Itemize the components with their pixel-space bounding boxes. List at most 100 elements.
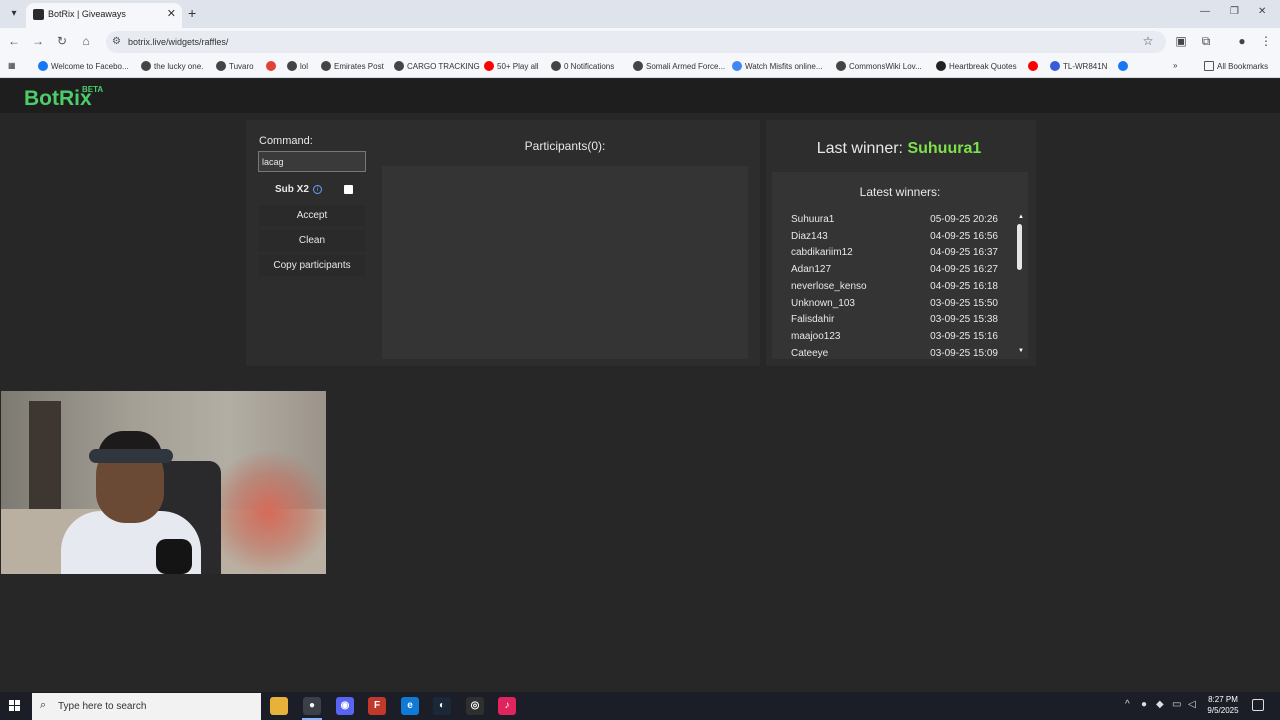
tiktok-icon[interactable]: ♪ — [498, 697, 516, 715]
info-icon[interactable]: i — [313, 185, 322, 194]
tray-overflow-icon[interactable]: ^ — [1125, 699, 1130, 710]
winner-name: Falisdahir — [791, 314, 835, 326]
obs-icon[interactable]: ◎ — [466, 697, 484, 715]
bookmark-item[interactable]: CARGO TRACKING — [394, 61, 480, 71]
browser-tab-active[interactable]: BotRix | Giveaways ✕ — [26, 3, 182, 28]
bookmark-item[interactable]: Heartbreak Quotes — [936, 61, 1017, 71]
winner-date: 03-09-25 15:09 — [930, 347, 998, 359]
maximize-icon[interactable]: ❐ — [1230, 6, 1239, 17]
notification-icon[interactable] — [1252, 699, 1264, 711]
bookmark-label: lol — [300, 62, 309, 71]
url-text[interactable]: botrix.live/widgets/raffles/ — [128, 37, 228, 47]
webcam-feed — [1, 391, 326, 574]
youtube-icon — [484, 61, 494, 71]
more-bookmarks-icon[interactable]: » — [1173, 61, 1177, 70]
tab-search-icon[interactable]: ▾ — [6, 6, 22, 22]
tab-close-icon[interactable]: ✕ — [167, 7, 176, 20]
edge-icon[interactable]: e — [401, 697, 419, 715]
accept-button[interactable]: Accept — [258, 205, 366, 226]
bookmark-label: Heartbreak Quotes — [949, 62, 1017, 71]
app-f-icon[interactable]: F — [368, 697, 386, 715]
scroll-down-icon[interactable]: ▼ — [1018, 348, 1024, 354]
clock-date[interactable]: 9/5/2025 — [1200, 706, 1246, 715]
bookmark-item[interactable]: Tuvaro — [216, 61, 254, 71]
volume-icon[interactable]: ◁ — [1188, 699, 1196, 710]
search-placeholder: Type here to search — [58, 701, 147, 712]
reload-icon[interactable]: ↻ — [54, 34, 70, 48]
tab-title: BotRix | Giveaways — [48, 9, 126, 19]
winner-date: 03-09-25 15:50 — [930, 297, 998, 309]
microphone-icon[interactable]: ● — [1141, 699, 1147, 710]
bookmark-star-icon[interactable]: ☆ — [1140, 34, 1156, 48]
winner-date: 03-09-25 15:16 — [930, 330, 998, 342]
bookmark-item[interactable] — [1118, 61, 1131, 71]
globe-icon — [321, 61, 331, 71]
extension-icon[interactable]: ▣ — [1173, 34, 1189, 48]
bookmark-item[interactable] — [1028, 61, 1041, 71]
bookmark-item[interactable]: lol — [287, 61, 308, 71]
winner-row: cabdikariim12 04-09-25 16:37 — [791, 247, 1001, 263]
bookmark-item[interactable]: Somali Armed Force... — [633, 61, 725, 71]
bookmark-label: TL-WR841N — [1063, 62, 1108, 71]
bookmark-label: Watch Misfits online... — [745, 62, 823, 71]
clock-time[interactable]: 8:27 PM — [1200, 695, 1246, 704]
close-window-icon[interactable]: ✕ — [1258, 6, 1266, 17]
winner-date: 04-09-25 16:56 — [930, 230, 998, 242]
tray-app-icon[interactable]: ◆ — [1156, 699, 1164, 710]
winner-row: neverlose_kenso 04-09-25 16:18 — [791, 281, 1001, 297]
scroll-up-icon[interactable]: ▲ — [1018, 214, 1024, 220]
winner-name: maajoo123 — [791, 330, 841, 342]
profile-avatar-icon[interactable]: ● — [1234, 34, 1250, 48]
windows-taskbar: ⌕ Type here to search ● ◉ F e ◐ ◎ ♪ ^ ● … — [0, 692, 1280, 720]
bookmark-item[interactable]: Emirates Post — [321, 61, 384, 71]
network-icon[interactable]: ▭ — [1172, 699, 1181, 710]
extensions-puzzle-icon[interactable]: ⧉ — [1198, 34, 1214, 49]
bookmark-label: Tuvaro — [229, 62, 254, 71]
steam-icon[interactable]: ◐ — [433, 697, 451, 715]
copy-participants-button[interactable]: Copy participants — [258, 255, 366, 276]
windows-start-icon[interactable] — [9, 700, 21, 712]
bookmark-item[interactable]: CommonsWiki Lov... — [836, 61, 922, 71]
scrollbar-thumb[interactable] — [1017, 224, 1022, 270]
file-explorer-icon[interactable] — [270, 697, 288, 715]
globe-icon — [216, 61, 226, 71]
globe-icon — [836, 61, 846, 71]
latest-winners-title: Latest winners: — [859, 185, 941, 199]
bookmark-item[interactable]: 50+ Play all — [484, 61, 539, 71]
search-icon: ⌕ — [40, 699, 47, 711]
minimize-icon[interactable]: — — [1200, 6, 1210, 17]
new-tab-icon[interactable]: + — [188, 5, 196, 21]
bookmark-label: 50+ Play all — [497, 62, 539, 71]
command-input[interactable] — [258, 151, 366, 172]
address-bar[interactable]: ⚙ botrix.live/widgets/raffles/ — [106, 31, 1166, 53]
site-info-icon[interactable]: ⚙ — [112, 36, 121, 47]
back-icon[interactable]: ← — [6, 34, 22, 48]
globe-icon — [551, 61, 561, 71]
chrome-icon[interactable]: ● — [303, 697, 321, 715]
bookmark-label: Emirates Post — [334, 62, 384, 71]
sub-x2-checkbox[interactable] — [344, 185, 353, 194]
taskbar-search[interactable]: ⌕ Type here to search — [32, 693, 261, 720]
botrix-page: BotRix BETA Command: Sub X2 i Accept Cle… — [0, 79, 1280, 692]
latest-winners-list[interactable]: Latest winners: ▲ ▼ Suhuura1 05-09-25 20:… — [772, 172, 1028, 359]
apps-grid-icon[interactable]: ▦ — [8, 61, 16, 70]
winner-name: Adan127 — [791, 264, 832, 276]
facebook-icon — [1118, 61, 1128, 71]
bookmark-item[interactable]: Watch Misfits online... — [732, 61, 823, 71]
clean-button[interactable]: Clean — [258, 230, 366, 251]
all-bookmarks[interactable]: All Bookmarks — [1204, 61, 1268, 71]
bookmark-item[interactable]: 0 Notifications — [551, 61, 614, 71]
bookmark-item[interactable] — [266, 61, 279, 71]
discord-icon[interactable]: ◉ — [336, 697, 354, 715]
participants-list[interactable] — [382, 166, 748, 359]
last-winner-label: Last winner: — [816, 140, 903, 157]
forward-icon[interactable]: → — [30, 34, 46, 48]
bookmark-label: 0 Notifications — [564, 62, 615, 71]
bookmark-item[interactable]: the lucky one. — [141, 61, 203, 71]
winner-name: neverlose_kenso — [791, 280, 867, 292]
bookmark-item[interactable]: TL-WR841N — [1050, 61, 1107, 71]
home-icon[interactable]: ⌂ — [78, 34, 94, 48]
menu-kebab-icon[interactable]: ⋮ — [1258, 34, 1274, 48]
winner-date: 05-09-25 20:26 — [930, 214, 998, 225]
bookmark-item[interactable]: Welcome to Facebo... — [38, 61, 129, 71]
